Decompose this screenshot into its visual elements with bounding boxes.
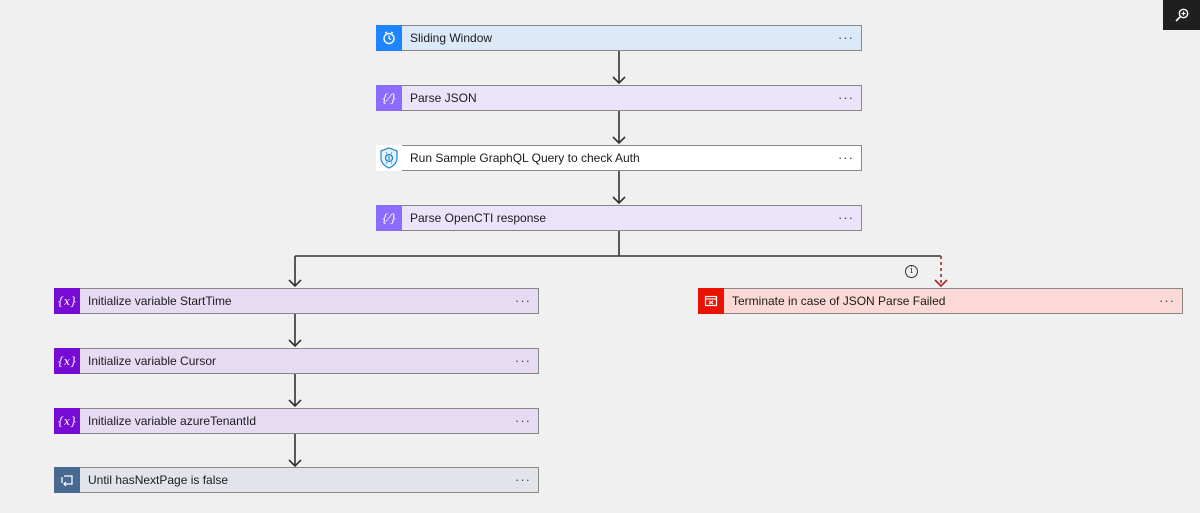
variable-icon: {x} bbox=[54, 348, 80, 374]
step-title: Initialize variable Cursor bbox=[88, 354, 217, 368]
step-parse-opencti-response[interactable]: {⁄} Parse OpenCTI response ··· bbox=[376, 205, 862, 231]
step-title: Terminate in case of JSON Parse Failed bbox=[732, 294, 946, 308]
step-title: Until hasNextPage is false bbox=[88, 473, 229, 487]
step-run-graphql-query[interactable]: Run Sample GraphQL Query to check Auth ·… bbox=[376, 145, 862, 171]
more-options-button[interactable]: ··· bbox=[508, 348, 538, 374]
parse-json-icon: {⁄} bbox=[376, 85, 402, 111]
variable-icon: {x} bbox=[54, 408, 80, 434]
step-title: Run Sample GraphQL Query to check Auth bbox=[410, 151, 640, 165]
step-title: Initialize variable azureTenantId bbox=[88, 414, 257, 428]
step-parse-json[interactable]: {⁄} Parse JSON ··· bbox=[376, 85, 862, 111]
step-terminate[interactable]: Terminate in case of JSON Parse Failed ·… bbox=[698, 288, 1183, 314]
loop-icon bbox=[54, 467, 80, 493]
more-options-button[interactable]: ··· bbox=[1152, 288, 1182, 314]
parse-json-icon: {⁄} bbox=[376, 205, 402, 231]
step-title: Initialize variable StartTime bbox=[88, 294, 232, 308]
more-options-button[interactable]: ··· bbox=[831, 145, 861, 171]
clock-icon bbox=[376, 25, 402, 51]
step-init-cursor[interactable]: {x} Initialize variable Cursor ··· bbox=[54, 348, 539, 374]
more-options-button[interactable]: ··· bbox=[508, 288, 538, 314]
step-title: Parse JSON bbox=[410, 91, 477, 105]
terminate-icon bbox=[698, 288, 724, 314]
flow-connectors bbox=[288, 51, 948, 468]
step-title: Parse OpenCTI response bbox=[410, 211, 547, 225]
more-options-button[interactable]: ··· bbox=[831, 85, 861, 111]
graphql-shield-icon bbox=[376, 145, 402, 171]
step-init-azuretenantid[interactable]: {x} Initialize variable azureTenantId ··… bbox=[54, 408, 539, 434]
step-until-loop[interactable]: Until hasNextPage is false ··· bbox=[54, 467, 539, 493]
step-sliding-window[interactable]: Sliding Window ··· bbox=[376, 25, 862, 51]
zoom-in-button[interactable] bbox=[1163, 0, 1200, 30]
variable-icon: {x} bbox=[54, 288, 80, 314]
more-options-button[interactable]: ··· bbox=[508, 467, 538, 493]
zoom-in-icon bbox=[1174, 8, 1188, 22]
more-options-button[interactable]: ··· bbox=[831, 205, 861, 231]
info-icon[interactable]: i bbox=[905, 265, 918, 278]
step-title: Sliding Window bbox=[410, 31, 493, 45]
step-init-starttime[interactable]: {x} Initialize variable StartTime ··· bbox=[54, 288, 539, 314]
more-options-button[interactable]: ··· bbox=[508, 408, 538, 434]
more-options-button[interactable]: ··· bbox=[831, 25, 861, 51]
